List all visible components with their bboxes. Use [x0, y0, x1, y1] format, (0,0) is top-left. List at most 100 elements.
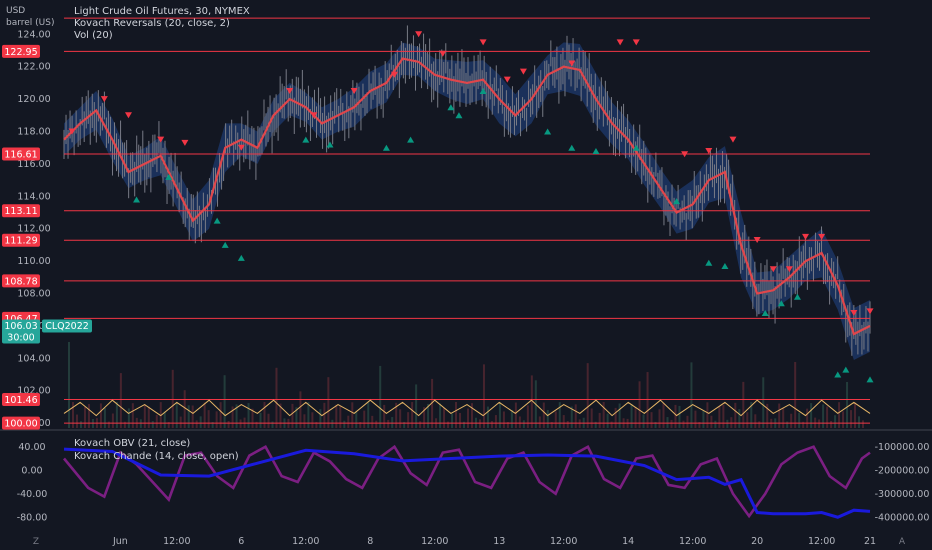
reversal-up-marker	[221, 241, 229, 248]
volume-bar	[343, 420, 346, 428]
legend-main[interactable]: Light Crude Oil Futures, 30, NYMEX	[74, 6, 250, 17]
volume-bar	[702, 410, 705, 428]
volume-bar	[850, 410, 853, 428]
volume-bar	[498, 402, 501, 428]
volume-bar	[806, 408, 809, 428]
volume-bar	[143, 404, 146, 428]
last-price-value: 106.03	[4, 321, 37, 332]
volume-bar	[666, 417, 669, 428]
volume-bar	[447, 421, 450, 428]
volume-bar	[79, 421, 82, 428]
legend-chande[interactable]: Kovach Chande (14, close, open)	[74, 451, 239, 462]
volume-bar	[630, 403, 633, 428]
time-axis-tick: 12:00	[679, 536, 706, 547]
volume-bar	[794, 362, 797, 428]
volume-bar	[131, 403, 134, 428]
reversal-down-marker	[519, 68, 527, 75]
volume-bar	[810, 403, 813, 428]
volume-bar	[686, 415, 689, 428]
volume-bar	[618, 403, 621, 428]
volume-bar	[163, 411, 166, 428]
legend-obv[interactable]: Kovach OBV (21, close)	[74, 438, 190, 449]
volume-bar	[375, 420, 378, 428]
currency-label: USD	[6, 6, 26, 16]
reversal-up-marker	[834, 371, 842, 378]
volume-bar	[443, 407, 446, 428]
volume-bar	[778, 403, 781, 428]
legend-vol[interactable]: Vol (20)	[74, 30, 113, 41]
reversal-down-marker	[181, 139, 189, 146]
volume-bar	[219, 402, 222, 428]
volume-bar	[490, 421, 493, 428]
volume-bar	[486, 406, 489, 428]
volume-bar	[383, 404, 386, 428]
chande-axis-tick: 0.00	[21, 465, 42, 476]
volume-bar	[399, 409, 402, 428]
reversal-down-marker	[415, 31, 423, 38]
reversal-down-marker	[616, 39, 624, 46]
level-tag-label: 100.00	[4, 419, 37, 430]
volume-bar	[371, 415, 374, 428]
volume-bar	[662, 402, 665, 428]
volume-bar	[858, 416, 861, 428]
level-tag-label: 113.11	[4, 206, 37, 217]
volume-bar	[223, 375, 226, 428]
volume-bar	[842, 411, 845, 428]
volume-bar	[674, 404, 677, 428]
volume-bar	[331, 419, 334, 428]
volume-bar	[718, 406, 721, 428]
volume-bar	[407, 412, 410, 428]
volume-bar	[83, 407, 86, 428]
volume-bar	[347, 415, 350, 428]
volume-bar	[638, 381, 641, 428]
time-axis-tick: 12:00	[163, 536, 190, 547]
volume-bar	[526, 405, 529, 428]
volume-bar	[311, 412, 314, 428]
volume-bar	[151, 421, 154, 428]
volume-bar	[578, 419, 581, 428]
volume-bar	[746, 412, 749, 428]
time-axis-tick: 12:00	[292, 536, 319, 547]
volume-bar	[451, 413, 454, 428]
reversal-up-marker	[866, 376, 874, 383]
volume-bar	[710, 415, 713, 428]
reversal-down-marker	[479, 39, 487, 46]
volume-bar	[327, 377, 330, 428]
time-axis-tick: 12:00	[421, 536, 448, 547]
volume-bar	[542, 402, 545, 428]
reversal-up-marker	[382, 144, 390, 151]
volume-bar	[415, 384, 418, 428]
bar-countdown: 30:00	[7, 332, 34, 343]
time-axis-tick: 6	[238, 536, 244, 547]
volume-bar	[467, 408, 469, 428]
volume-bars	[68, 342, 865, 428]
volume-bar	[522, 420, 525, 428]
volume-bar	[538, 416, 541, 428]
chart-canvas[interactable]: 124.00 122.00 120.00 118.00 116.00 114.00 112.…	[0, 0, 932, 550]
volume-bar	[71, 402, 74, 428]
volume-bar	[455, 402, 458, 428]
volume-bar	[291, 403, 294, 428]
volume-bar	[754, 414, 757, 428]
chande-axis-tick: -80.00	[17, 512, 48, 523]
obv-axis-tick: -300000.00	[875, 489, 930, 500]
volume-bar	[275, 367, 278, 428]
volume-bar	[267, 413, 270, 428]
time-axis-tick: 13	[493, 536, 505, 547]
volume-bar	[247, 403, 250, 428]
volume-bar	[598, 412, 601, 428]
volume-bar	[470, 403, 473, 428]
volume-bar	[199, 416, 202, 428]
volume-bar	[762, 377, 765, 428]
volume-bar	[335, 404, 338, 428]
volume-bar	[678, 405, 681, 428]
volume-bar	[379, 365, 382, 428]
volume-bar	[183, 390, 186, 428]
volume-bar	[758, 421, 761, 428]
price-axis-tick: 118.00	[17, 127, 50, 138]
level-tag-label: 108.78	[4, 276, 37, 287]
legend-reversals[interactable]: Kovach Reversals (20, close, 2)	[74, 18, 230, 29]
volume-bar	[546, 409, 549, 428]
volume-bar	[590, 408, 593, 428]
volume-bar	[391, 417, 394, 428]
